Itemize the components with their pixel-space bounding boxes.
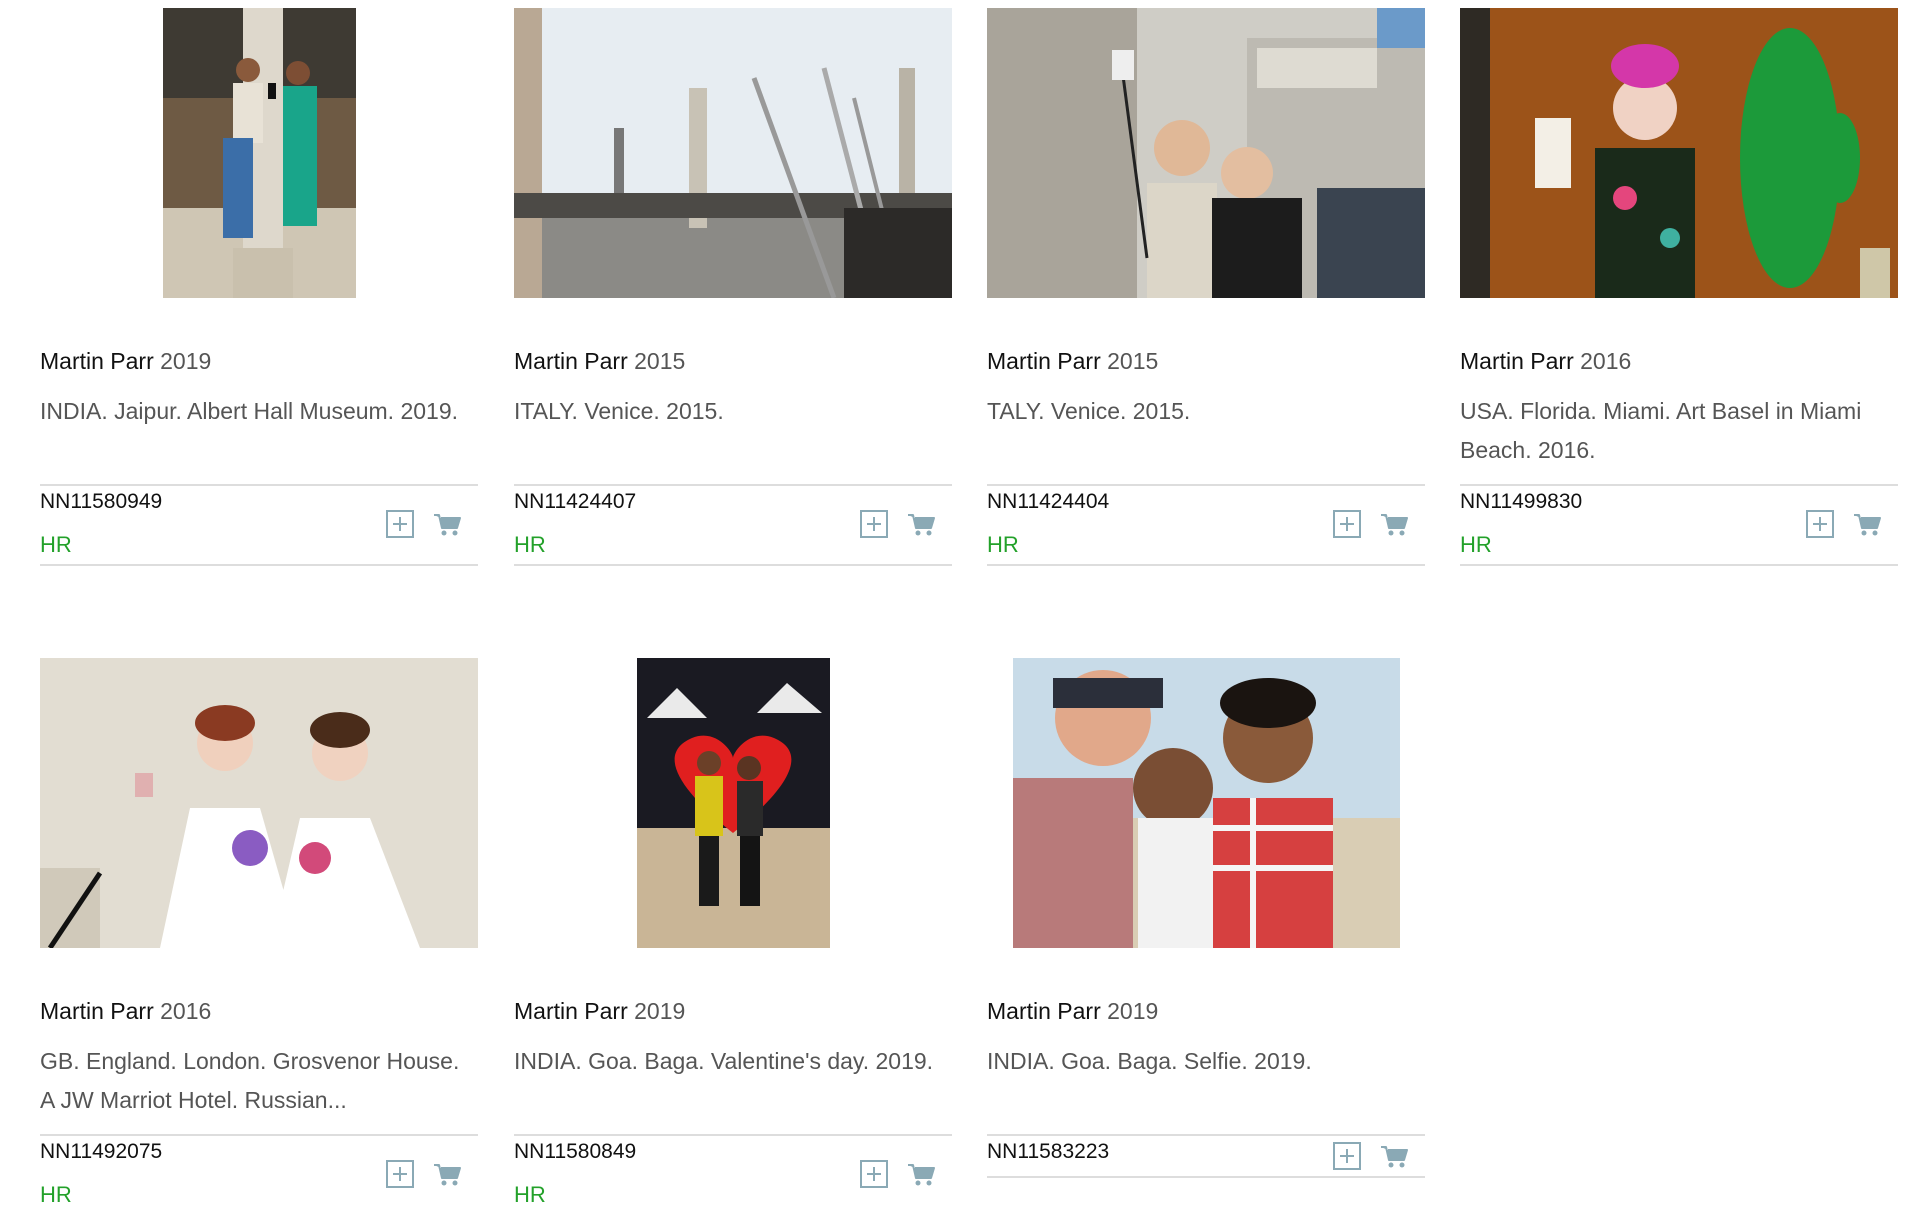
photo-reference-number: NN11424407 (514, 490, 637, 513)
plus-square-icon[interactable] (1804, 508, 1836, 540)
photo-year: 2019 (1107, 998, 1159, 1024)
photographer-name[interactable]: Martin Parr (514, 348, 628, 374)
photo-card: Martin Parr 2016 GB. England. London. Gr… (40, 658, 478, 1206)
plus-square-icon[interactable] (858, 1158, 890, 1190)
photo-thumbnail[interactable] (1460, 8, 1898, 298)
photo-reference-number: NN11580949 (40, 490, 163, 513)
photographer-name[interactable]: Martin Parr (514, 998, 628, 1024)
shopping-cart-icon[interactable] (1379, 508, 1411, 540)
photo-meta-bar: NN11580849 HR (514, 1134, 952, 1206)
plus-square-icon[interactable] (384, 1158, 416, 1190)
photo-caption[interactable]: TALY. Venice. 2015. (987, 392, 1425, 431)
photo-card: Martin Parr 2019 INDIA. Goa. Baga. Selfi… (987, 658, 1425, 1178)
photo-year: 2016 (1580, 348, 1632, 374)
photo-year: 2015 (1107, 348, 1159, 374)
photo-reference-number: NN11492075 (40, 1140, 163, 1163)
photo-thumbnail[interactable] (1013, 658, 1400, 948)
resolution-badge: HR (514, 532, 546, 557)
photo-caption[interactable]: INDIA. Goa. Baga. Valentine's day. 2019. (514, 1042, 952, 1081)
shopping-cart-icon[interactable] (906, 1158, 938, 1190)
photo-reference-number: NN11583223 (987, 1140, 1110, 1163)
photo-thumbnail[interactable] (40, 658, 478, 948)
photo-thumbnail[interactable] (987, 8, 1425, 298)
resolution-badge: HR (987, 532, 1019, 557)
photo-results-grid: Martin Parr 2019 INDIA. Jaipur. Albert H… (0, 0, 1920, 1206)
photo-caption[interactable]: ITALY. Venice. 2015. (514, 392, 952, 431)
photo-reference-number: NN11424404 (987, 490, 1110, 513)
photo-year: 2019 (160, 348, 212, 374)
photo-meta-bar: NN11424407 HR (514, 484, 952, 566)
shopping-cart-icon[interactable] (1852, 508, 1884, 540)
photo-meta-bar: NN11583223 (987, 1134, 1425, 1178)
photographer-name[interactable]: Martin Parr (987, 998, 1101, 1024)
photo-year: 2016 (160, 998, 212, 1024)
plus-square-icon[interactable] (858, 508, 890, 540)
photographer-name[interactable]: Martin Parr (40, 998, 154, 1024)
photo-year: 2019 (634, 998, 686, 1024)
photo-caption[interactable]: GB. England. London. Grosvenor House. A … (40, 1042, 478, 1120)
photo-caption[interactable]: INDIA. Jaipur. Albert Hall Museum. 2019. (40, 392, 478, 431)
photo-caption[interactable]: USA. Florida. Miami. Art Basel in Miami … (1460, 392, 1898, 470)
photo-thumbnail[interactable] (163, 8, 356, 298)
photo-reference-number: NN11580849 (514, 1140, 637, 1163)
plus-square-icon[interactable] (1331, 508, 1363, 540)
photo-card: Martin Parr 2019 INDIA. Goa. Baga. Valen… (514, 658, 952, 1206)
photo-thumbnail[interactable] (514, 8, 952, 298)
photographer-name[interactable]: Martin Parr (1460, 348, 1574, 374)
photo-card: Martin Parr 2015 TALY. Venice. 2015. NN1… (987, 8, 1425, 566)
photographer-name[interactable]: Martin Parr (40, 348, 154, 374)
shopping-cart-icon[interactable] (432, 1158, 464, 1190)
photo-thumbnail[interactable] (637, 658, 830, 948)
resolution-badge: HR (514, 1182, 546, 1206)
photo-card: Martin Parr 2016 USA. Florida. Miami. Ar… (1460, 8, 1898, 566)
photo-card: Martin Parr 2015 ITALY. Venice. 2015. NN… (514, 8, 952, 566)
photographer-name[interactable]: Martin Parr (987, 348, 1101, 374)
resolution-badge: HR (1460, 532, 1492, 557)
photo-reference-number: NN11499830 (1460, 490, 1583, 513)
resolution-badge: HR (40, 1182, 72, 1206)
photo-meta-bar: NN11424404 HR (987, 484, 1425, 566)
shopping-cart-icon[interactable] (432, 508, 464, 540)
photo-card: Martin Parr 2019 INDIA. Jaipur. Albert H… (40, 8, 478, 566)
photo-caption[interactable]: INDIA. Goa. Baga. Selfie. 2019. (987, 1042, 1425, 1081)
photo-year: 2015 (634, 348, 686, 374)
plus-square-icon[interactable] (384, 508, 416, 540)
shopping-cart-icon[interactable] (906, 508, 938, 540)
plus-square-icon[interactable] (1331, 1140, 1363, 1172)
shopping-cart-icon[interactable] (1379, 1140, 1411, 1172)
photo-meta-bar: NN11499830 HR (1460, 484, 1898, 566)
photo-meta-bar: NN11580949 HR (40, 484, 478, 566)
resolution-badge: HR (40, 532, 72, 557)
photo-meta-bar: NN11492075 HR (40, 1134, 478, 1206)
